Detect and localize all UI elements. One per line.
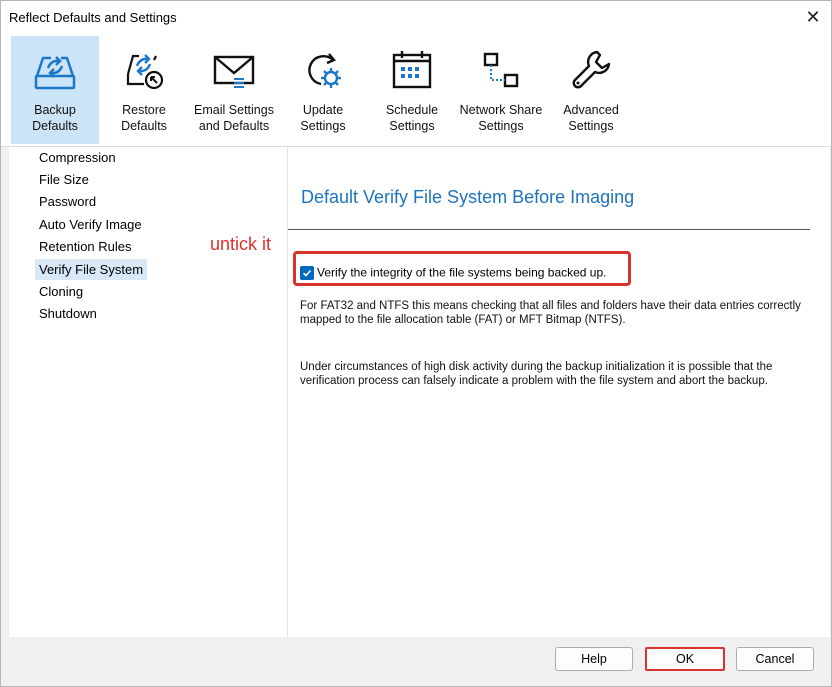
restore-icon bbox=[126, 54, 164, 90]
toolbar-schedule-settings-label: Schedule Settings bbox=[385, 103, 439, 133]
backup-drive-icon bbox=[34, 56, 76, 90]
fat32-ntfs-description: For FAT32 and NTFS this means checking t… bbox=[300, 300, 801, 326]
toolbar-schedule-settings[interactable]: Schedule Settings bbox=[373, 36, 451, 144]
sidebar-item-verify-file-system[interactable]: Verify File System bbox=[35, 259, 148, 280]
dialog-footer: Help OK Cancel bbox=[1, 637, 831, 686]
title-rule bbox=[288, 229, 810, 230]
toolbar-backup-defaults[interactable]: Backup Defaults bbox=[11, 36, 99, 144]
ok-button[interactable]: OK bbox=[645, 647, 725, 671]
calendar-icon bbox=[392, 51, 432, 89]
checkbox-highlight-outline bbox=[293, 251, 631, 286]
sidebar-item-password[interactable]: Password bbox=[35, 191, 100, 212]
sidebar-item-cloning[interactable]: Cloning bbox=[35, 281, 87, 302]
toolbar-restore-defaults-label: Restore Defaults bbox=[121, 103, 167, 133]
sidebar-item-retention-rules[interactable]: Retention Rules bbox=[35, 236, 136, 257]
sidebar-item-file-size[interactable]: File Size bbox=[35, 169, 93, 190]
window-title: Reflect Defaults and Settings bbox=[9, 10, 177, 25]
update-gear-icon bbox=[308, 53, 341, 88]
toolbar-network-share-settings[interactable]: Network Share Settings bbox=[453, 36, 549, 144]
toolbar-backup-defaults-label: Backup Defaults bbox=[32, 103, 78, 133]
high-disk-activity-note: Under circumstances of high disk activit… bbox=[300, 361, 773, 387]
sidebar-item-shutdown[interactable]: Shutdown bbox=[35, 303, 101, 324]
close-button[interactable]: ✕ bbox=[799, 5, 827, 29]
toolbar-email-settings[interactable]: Email Settings and Defaults bbox=[187, 36, 281, 144]
toolbar-restore-defaults[interactable]: Restore Defaults bbox=[105, 36, 183, 144]
settings-dialog: Reflect Defaults and Settings ✕ Backup D… bbox=[0, 0, 832, 687]
sidebar-item-auto-verify-image[interactable]: Auto Verify Image bbox=[35, 214, 146, 235]
sidebar-item-compression[interactable]: Compression bbox=[35, 147, 120, 168]
network-icon bbox=[483, 52, 519, 88]
settings-content: Default Verify File System Before Imagin… bbox=[288, 147, 830, 637]
help-button[interactable]: Help bbox=[555, 647, 633, 671]
toolbar-advanced-settings-label: Advanced Settings bbox=[563, 103, 619, 133]
toolbar-network-share-settings-label: Network Share Settings bbox=[459, 103, 543, 133]
wrench-icon bbox=[572, 50, 611, 89]
page-title: Default Verify File System Before Imagin… bbox=[301, 187, 635, 207]
toolbar-advanced-settings[interactable]: Advanced Settings bbox=[553, 36, 629, 144]
cancel-button[interactable]: Cancel bbox=[736, 647, 814, 671]
toolbar: Backup Defaults Restore Defaults Email S… bbox=[1, 34, 831, 146]
annotation-untick-it: untick it bbox=[210, 234, 272, 254]
toolbar-email-settings-label: Email Settings and Defaults bbox=[194, 103, 274, 133]
toolbar-update-settings[interactable]: Update Settings bbox=[287, 36, 359, 144]
title-bar: Reflect Defaults and Settings ✕ bbox=[1, 1, 831, 34]
envelope-icon bbox=[213, 55, 255, 88]
toolbar-update-settings-label: Update Settings bbox=[300, 103, 346, 133]
settings-nav: Compression File Size Password Auto Veri… bbox=[9, 147, 287, 637]
